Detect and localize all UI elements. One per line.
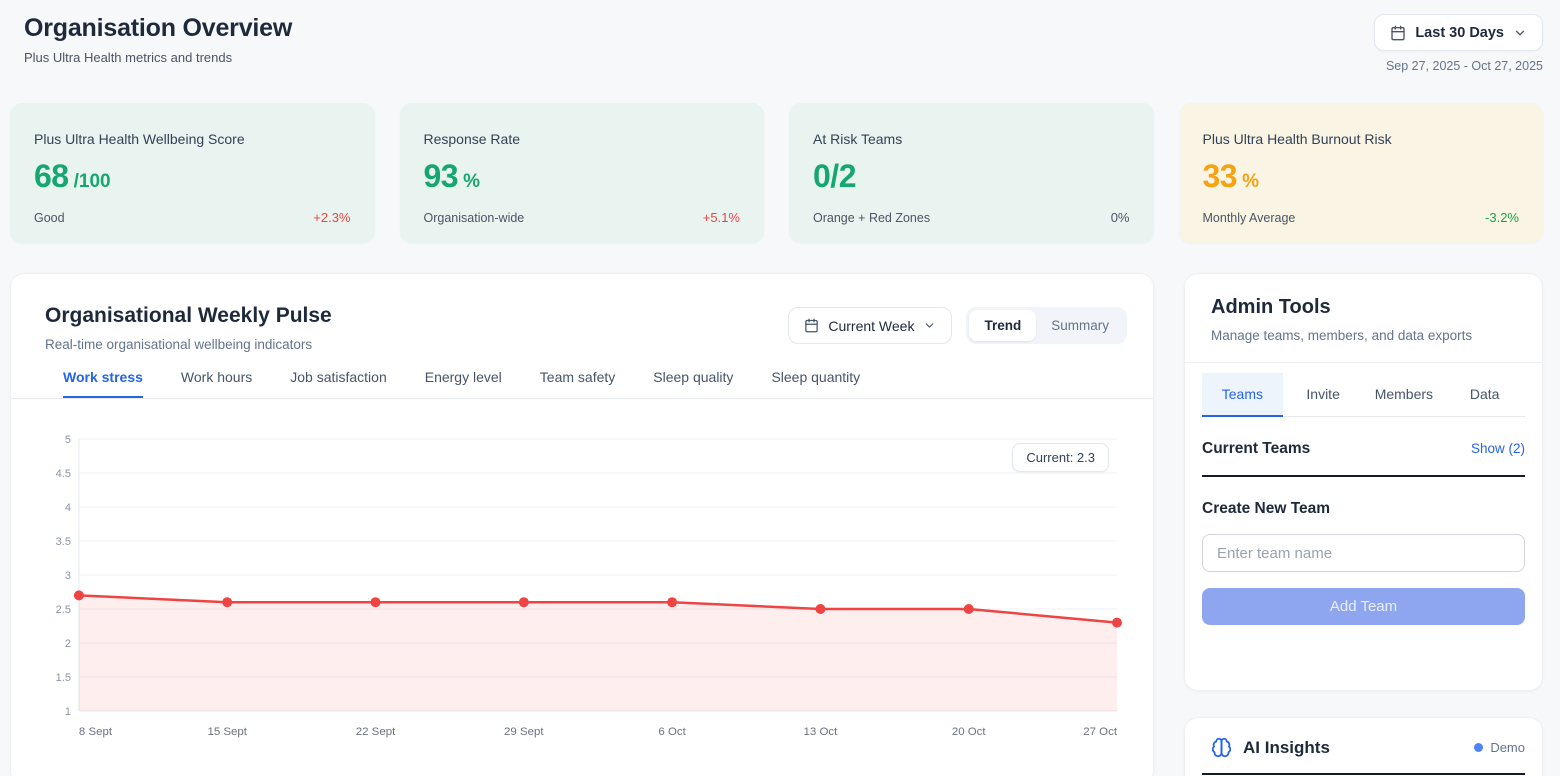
card-value: 93 [424,158,459,195]
tab-work-hours[interactable]: Work hours [181,369,252,398]
pulse-subtitle: Real-time organisational wellbeing indic… [45,337,332,352]
create-team-heading: Create New Team [1202,500,1525,518]
view-toggle: Trend Summary [966,307,1127,344]
card-title: Plus Ultra Health Burnout Risk [1203,131,1520,147]
chevron-down-icon [1513,26,1527,40]
card-unit: % [1242,171,1259,193]
tab-energy-level[interactable]: Energy level [425,369,502,398]
page-title: Organisation Overview [24,14,292,43]
card-value: 33 [1203,158,1238,195]
svg-text:1: 1 [65,706,71,718]
wellbeing-score-card: Plus Ultra Health Wellbeing Score 68 /10… [10,103,375,243]
tab-work-stress[interactable]: Work stress [63,369,143,398]
date-range-text: Sep 27, 2025 - Oct 27, 2025 [1386,59,1543,73]
brain-icon [1211,737,1232,758]
week-selector-label: Current Week [828,318,914,334]
tab-sleep-quality[interactable]: Sleep quality [653,369,733,398]
svg-text:6 Oct: 6 Oct [658,726,686,738]
tab-job-satisfaction[interactable]: Job satisfaction [290,369,387,398]
svg-text:2: 2 [65,638,71,650]
right-sidebar: Admin Tools Manage teams, members, and d… [1184,273,1543,776]
svg-text:8 Sept: 8 Sept [79,726,113,738]
view-toggle-trend[interactable]: Trend [969,310,1036,341]
chevron-down-icon [923,319,936,332]
main-content: Organisational Weekly Pulse Real-time or… [10,273,1543,776]
svg-text:13 Oct: 13 Oct [804,726,839,738]
ai-divider [1202,773,1525,775]
card-delta: -3.2% [1485,210,1519,225]
calendar-icon [804,318,819,333]
card-delta: +5.1% [703,210,740,225]
add-team-button[interactable]: Add Team [1202,588,1525,625]
svg-text:4: 4 [65,502,71,514]
week-selector-dropdown[interactable]: Current Week [788,307,952,344]
svg-text:3.5: 3.5 [56,536,71,548]
calendar-icon [1390,25,1406,41]
svg-text:22 Sept: 22 Sept [356,726,396,738]
tab-team-safety[interactable]: Team safety [540,369,615,398]
tab-data[interactable]: Data [1444,373,1525,417]
svg-text:5: 5 [65,434,71,446]
demo-badge: Demo [1490,740,1525,755]
team-name-input[interactable] [1202,534,1525,572]
admin-tools-panel: Admin Tools Manage teams, members, and d… [1184,273,1543,691]
current-value-badge: Current: 2.3 [1012,443,1109,472]
weekly-pulse-panel: Organisational Weekly Pulse Real-time or… [10,273,1154,776]
card-label: Good [34,211,65,225]
tab-invite[interactable]: Invite [1283,373,1364,417]
ai-insights-panel: AI Insights Demo [1184,717,1543,776]
card-delta: 0% [1111,210,1130,225]
show-teams-link[interactable]: Show (2) [1471,441,1525,456]
date-range-label: Last 30 Days [1415,25,1504,41]
card-unit: /100 [74,171,111,193]
card-label: Organisation-wide [424,211,525,225]
svg-text:1.5: 1.5 [56,672,71,684]
svg-text:2.5: 2.5 [56,604,71,616]
at-risk-teams-card: At Risk Teams 0/2 Orange + Red Zones 0% [789,103,1154,243]
header-titles: Organisation Overview Plus Ultra Health … [24,14,292,73]
card-value: 0/2 [813,158,856,195]
pulse-chart-svg: 5 4.5 4 3.5 3 2.5 2 1.5 1 8 Sept 15 Sept 22 Sept 29 … [35,425,1129,747]
view-toggle-summary[interactable]: Summary [1036,310,1124,341]
svg-text:27 Oct: 27 Oct [1083,726,1118,738]
card-unit: % [463,171,480,193]
admin-tools-title: Admin Tools [1211,296,1516,319]
card-label: Monthly Average [1203,211,1296,225]
tab-teams[interactable]: Teams [1202,373,1283,417]
svg-text:20 Oct: 20 Oct [952,726,987,738]
current-teams-heading: Current Teams [1202,440,1310,458]
ai-insights-title: AI Insights [1243,738,1330,758]
card-delta: +2.3% [313,210,350,225]
metric-cards-row: Plus Ultra Health Wellbeing Score 68 /10… [10,103,1543,243]
pulse-chart: Current: 2.3 5 4.5 4 3.5 3 2.5 2 1.5 1 8 Sept 15 S… [11,425,1153,747]
pulse-title: Organisational Weekly Pulse [45,304,332,328]
card-title: Response Rate [424,131,741,147]
admin-tabs: Teams Invite Members Data [1202,373,1525,417]
tab-members[interactable]: Members [1364,373,1445,417]
teams-divider [1202,475,1525,477]
status-dot-icon [1474,743,1483,752]
card-title: At Risk Teams [813,131,1130,147]
burnout-risk-card: Plus Ultra Health Burnout Risk 33 % Mont… [1179,103,1544,243]
svg-text:15 Sept: 15 Sept [207,726,247,738]
svg-text:4.5: 4.5 [56,468,71,480]
page-header: Organisation Overview Plus Ultra Health … [0,0,1560,73]
page-subtitle: Plus Ultra Health metrics and trends [24,50,292,65]
card-title: Plus Ultra Health Wellbeing Score [34,131,351,147]
date-range-dropdown[interactable]: Last 30 Days [1374,14,1543,51]
pulse-metric-tabs: Work stress Work hours Job satisfaction … [11,369,1153,399]
tab-sleep-quantity[interactable]: Sleep quantity [771,369,860,398]
card-value: 68 [34,158,69,195]
response-rate-card: Response Rate 93 % Organisation-wide +5.… [400,103,765,243]
admin-tools-subtitle: Manage teams, members, and data exports [1211,328,1516,343]
svg-text:3: 3 [65,570,71,582]
header-right: Last 30 Days Sep 27, 2025 - Oct 27, 2025 [1374,14,1543,73]
svg-text:29 Sept: 29 Sept [504,726,544,738]
card-label: Orange + Red Zones [813,211,930,225]
